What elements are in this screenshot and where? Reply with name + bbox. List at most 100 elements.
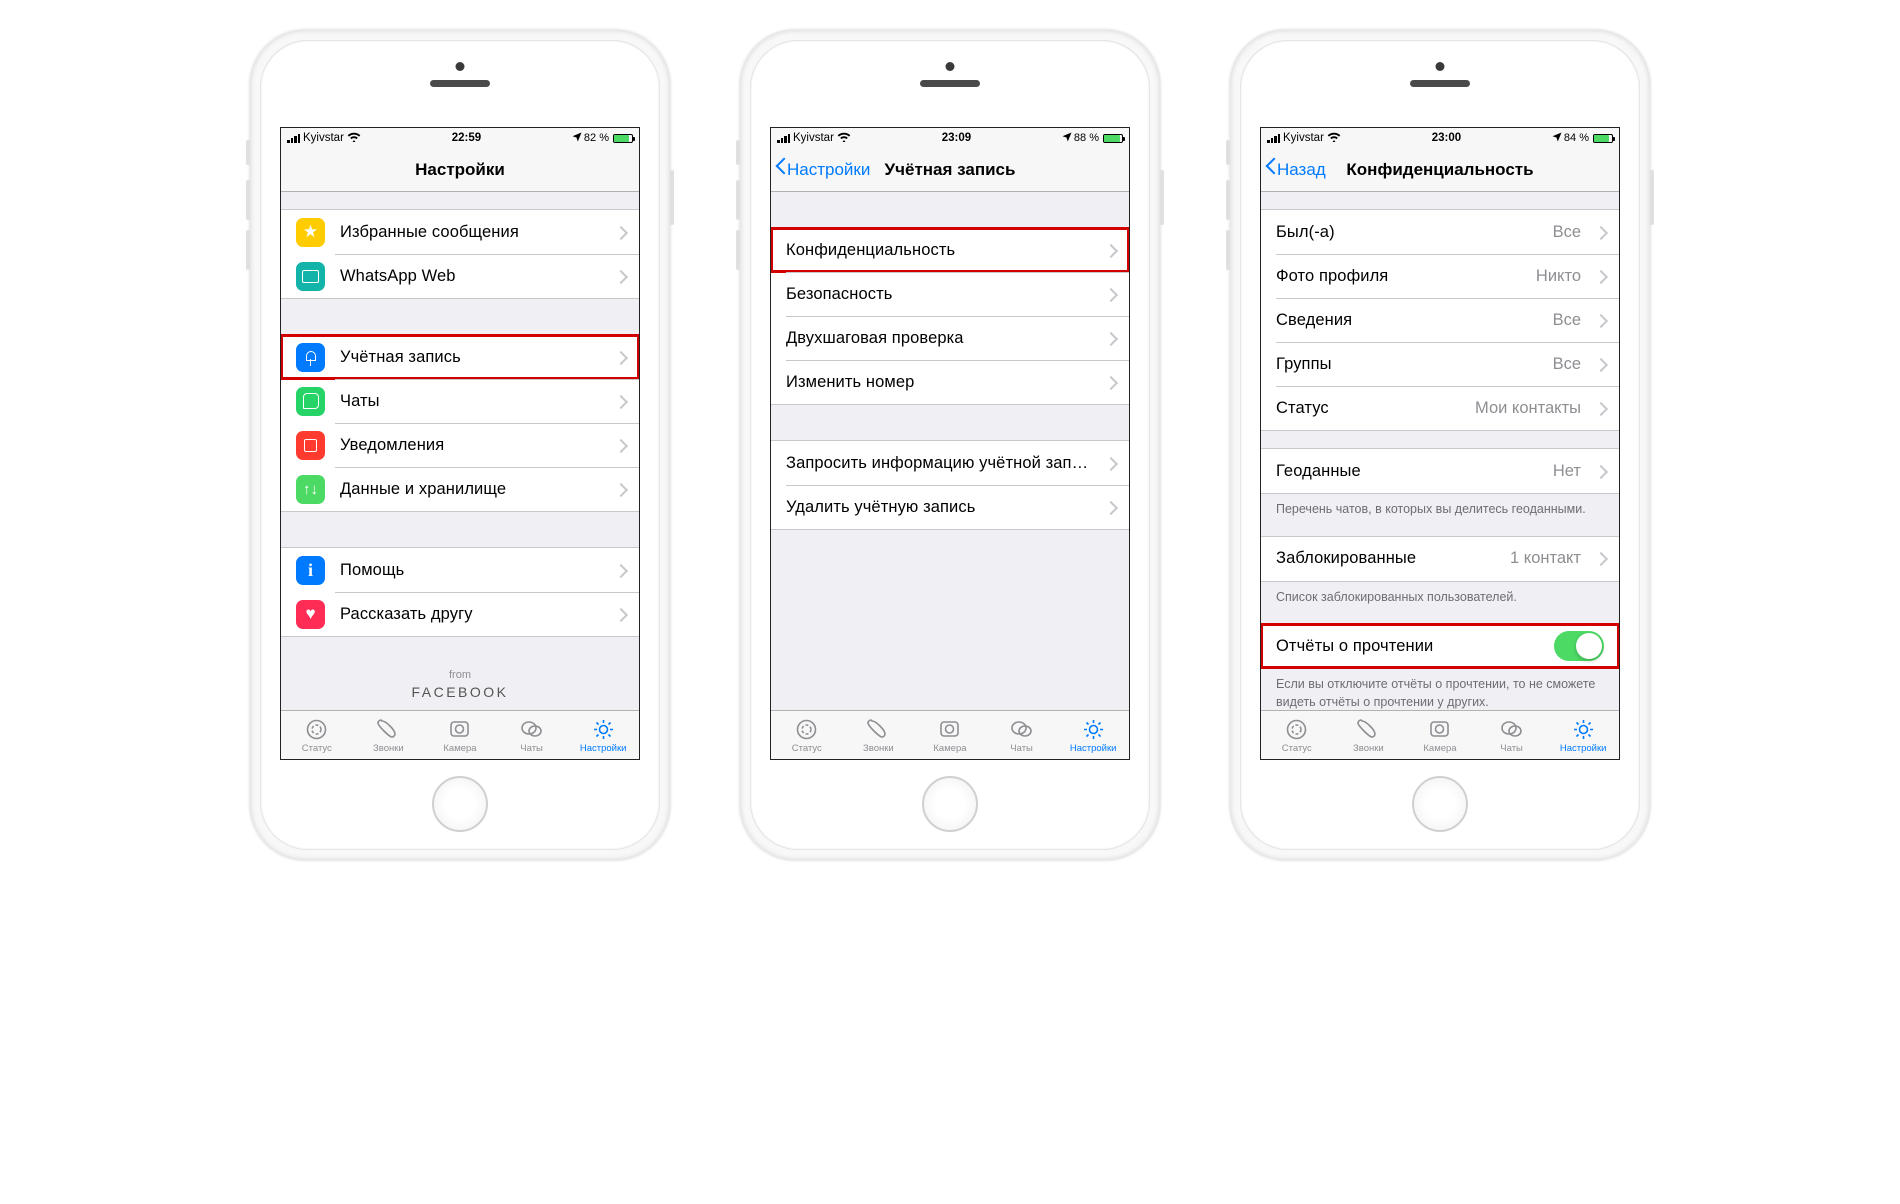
row-Запросить информацию учётной записи[interactable]: Запросить информацию учётной записи xyxy=(771,441,1129,485)
chevron-right-icon xyxy=(616,270,624,283)
toggle-switch[interactable] xyxy=(1554,631,1604,661)
tab-icon xyxy=(794,716,820,742)
tab-2[interactable]: Камера xyxy=(914,711,986,759)
row-Учётная запись[interactable]: Учётная запись xyxy=(281,335,639,379)
chevron-right-icon xyxy=(616,351,624,364)
row-Уведомления[interactable]: Уведомления xyxy=(281,423,639,467)
row-icon xyxy=(296,262,325,291)
row-Избранные сообщения[interactable]: Избранные сообщения xyxy=(281,210,639,254)
row-label: Уведомления xyxy=(340,436,601,455)
home-button[interactable] xyxy=(432,776,488,832)
chevron-right-icon xyxy=(1596,402,1604,415)
battery-icon xyxy=(613,134,633,143)
screen: Kyivstar 22:59 82 % Настройки Избранные … xyxy=(280,127,640,760)
row-Чаты[interactable]: Чаты xyxy=(281,379,639,423)
row-label: Рассказать другу xyxy=(340,605,601,624)
row-icon xyxy=(296,475,325,504)
row-Фото профиля[interactable]: Фото профиля Никто xyxy=(1261,254,1619,298)
row-label: Сведения xyxy=(1276,311,1538,330)
nav-bar: Настройки Учётная запись xyxy=(771,148,1129,192)
tab-icon xyxy=(447,716,473,742)
row-Удалить учётную запись[interactable]: Удалить учётную запись xyxy=(771,485,1129,529)
mute-switch[interactable] xyxy=(1226,140,1230,165)
location-note: Перечень чатов, в которых вы делитесь ге… xyxy=(1261,494,1619,519)
tab-4[interactable]: Настройки xyxy=(1547,711,1619,759)
tab-label: Камера xyxy=(933,743,966,754)
row-label: Избранные сообщения xyxy=(340,223,601,242)
row-Был(-а)[interactable]: Был(-а) Все xyxy=(1261,210,1619,254)
signal-icon xyxy=(1267,134,1280,143)
tab-label: Звонки xyxy=(863,743,894,754)
facebook-label: FACEBOOK xyxy=(281,684,639,700)
power-button[interactable] xyxy=(1160,170,1164,225)
row-WhatsApp Web[interactable]: WhatsApp Web xyxy=(281,254,639,298)
home-button[interactable] xyxy=(922,776,978,832)
tab-0[interactable]: Статус xyxy=(771,711,843,759)
volume-down[interactable] xyxy=(1226,230,1230,270)
mute-switch[interactable] xyxy=(246,140,250,165)
screen: Kyivstar 23:09 88 % Настройки Учётная за… xyxy=(770,127,1130,760)
volume-up[interactable] xyxy=(736,180,740,220)
tab-4[interactable]: Настройки xyxy=(1057,711,1129,759)
chevron-right-icon xyxy=(616,483,624,496)
row-icon xyxy=(296,387,325,416)
volume-up[interactable] xyxy=(1226,180,1230,220)
row-Данные и хранилище[interactable]: Данные и хранилище xyxy=(281,467,639,511)
row-Заблокированные[interactable]: Заблокированные 1 контакт xyxy=(1261,537,1619,581)
bezel: Kyivstar 23:09 88 % Настройки Учётная за… xyxy=(750,40,1150,850)
row-Группы[interactable]: Группы Все xyxy=(1261,342,1619,386)
power-button[interactable] xyxy=(1650,170,1654,225)
row-Сведения[interactable]: Сведения Все xyxy=(1261,298,1619,342)
tab-3[interactable]: Чаты xyxy=(1476,711,1548,759)
tab-1[interactable]: Звонки xyxy=(353,711,425,759)
tab-3[interactable]: Чаты xyxy=(496,711,568,759)
volume-down[interactable] xyxy=(246,230,250,270)
mute-switch[interactable] xyxy=(736,140,740,165)
row-Отчёты о прочтении[interactable]: Отчёты о прочтении xyxy=(1261,624,1619,668)
nav-bar: Назад Конфиденциальность xyxy=(1261,148,1619,192)
tab-icon xyxy=(1355,716,1381,742)
tab-icon xyxy=(1284,716,1310,742)
group-visibility: Был(-а) Все Фото профиля Никто Сведения … xyxy=(1261,209,1619,431)
row-Конфиденциальность[interactable]: Конфиденциальность xyxy=(771,228,1129,272)
tab-label: Статус xyxy=(1282,743,1312,754)
power-button[interactable] xyxy=(670,170,674,225)
row-value: Все xyxy=(1553,355,1581,374)
tab-0[interactable]: Статус xyxy=(281,711,353,759)
row-label: Безопасность xyxy=(786,285,1091,304)
row-value: Нет xyxy=(1553,462,1581,481)
tab-1[interactable]: Звонки xyxy=(843,711,915,759)
tab-0[interactable]: Статус xyxy=(1261,711,1333,759)
row-icon xyxy=(296,556,325,585)
tab-1[interactable]: Звонки xyxy=(1333,711,1405,759)
volume-up[interactable] xyxy=(246,180,250,220)
back-button[interactable]: Назад xyxy=(1261,160,1326,180)
chevron-right-icon xyxy=(1596,226,1604,239)
row-Рассказать другу[interactable]: Рассказать другу xyxy=(281,592,639,636)
nav-bar: Настройки xyxy=(281,148,639,192)
chevron-right-icon xyxy=(616,226,624,239)
row-Геоданные[interactable]: Геоданные Нет xyxy=(1261,449,1619,493)
row-Двухшаговая проверка[interactable]: Двухшаговая проверка xyxy=(771,316,1129,360)
row-label: Конфиденциальность xyxy=(786,241,1091,260)
chevron-right-icon xyxy=(1106,244,1114,257)
row-Статус[interactable]: Статус Мои контакты xyxy=(1261,386,1619,430)
tab-4[interactable]: Настройки xyxy=(567,711,639,759)
back-button[interactable]: Настройки xyxy=(771,160,870,180)
front-camera xyxy=(1436,62,1445,71)
tab-2[interactable]: Камера xyxy=(1404,711,1476,759)
row-Изменить номер[interactable]: Изменить номер xyxy=(771,360,1129,404)
tab-2[interactable]: Камера xyxy=(424,711,496,759)
speaker xyxy=(920,80,980,87)
row-icon xyxy=(296,600,325,629)
content: Избранные сообщения WhatsApp Web Учётная… xyxy=(281,192,639,710)
home-button[interactable] xyxy=(1412,776,1468,832)
tab-3[interactable]: Чаты xyxy=(986,711,1058,759)
row-Безопасность[interactable]: Безопасность xyxy=(771,272,1129,316)
chevron-right-icon xyxy=(616,608,624,621)
chevron-right-icon xyxy=(1596,358,1604,371)
volume-down[interactable] xyxy=(736,230,740,270)
tab-icon xyxy=(1009,716,1035,742)
row-Помощь[interactable]: Помощь xyxy=(281,548,639,592)
row-icon xyxy=(296,431,325,460)
